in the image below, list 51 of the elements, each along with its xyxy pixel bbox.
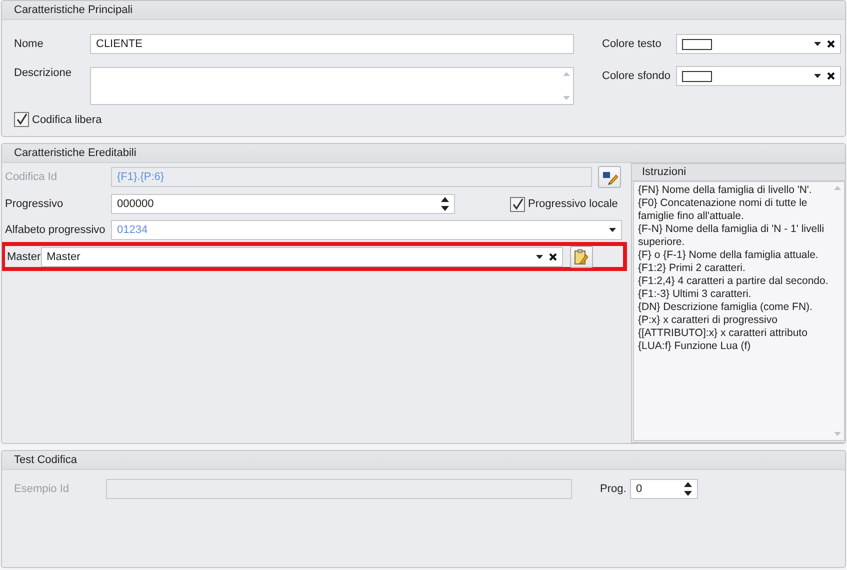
clear-icon[interactable] (827, 40, 835, 48)
checkbox[interactable] (510, 196, 525, 212)
field-label: Colore testo (602, 38, 662, 50)
edit-button[interactable] (598, 166, 621, 188)
instruction-line: {P:x} x caratteri di progressivo (638, 314, 778, 327)
dropdown-arrow-icon[interactable] (536, 254, 543, 258)
field-label: Nome (14, 38, 44, 50)
edit-button[interactable] (570, 246, 593, 268)
dropdown-arrow-icon[interactable] (814, 42, 821, 46)
color-picker[interactable] (676, 34, 841, 54)
field-label: Descrizione (14, 67, 72, 79)
field-label: Progressivo (5, 198, 64, 210)
field-label: Esempio Id (14, 483, 70, 495)
spin-arrows-icon[interactable] (684, 482, 692, 496)
checkbox-label: Progressivo locale (528, 198, 618, 210)
clipboard-icon (574, 248, 588, 264)
checkbox[interactable] (14, 112, 29, 127)
color-picker[interactable] (676, 66, 841, 86)
checkbox-label: Codifica libera (32, 114, 102, 126)
field-label: Prog. (600, 483, 628, 495)
group-header: Caratteristiche Ereditabili (2, 144, 845, 163)
field-label: Master (6, 250, 41, 262)
instruction-line: {F-N} Nome della famiglia di 'N - 1' livelli superiore. (638, 223, 826, 249)
field-label: Colore sfondo (602, 70, 672, 82)
combo-box[interactable]: Master (40, 246, 563, 266)
instruction-line: {[ATTRIBUTO]:x} x caratteri attributo (638, 327, 808, 340)
clear-icon[interactable] (827, 72, 835, 80)
group-header: Test Codifica (2, 451, 845, 470)
text-field[interactable]: CLIENTE (90, 34, 574, 54)
instruction-line: {F1:-3} Ultimi 3 caratteri. (638, 288, 752, 301)
dropdown-arrow-icon[interactable] (814, 74, 821, 78)
pencil-icon (602, 170, 618, 184)
instruction-line: {F} o {F-1} Nome della famiglia attuale. (638, 249, 820, 262)
group-header: Caratteristiche Principali (2, 1, 845, 20)
instruction-line: {FN} Nome della famiglia di livello 'N'. (638, 184, 813, 197)
instruction-line: {F1:2,4} 4 caratteri a partire dal secondo. (638, 275, 830, 288)
spin-field[interactable]: 0 (630, 479, 698, 499)
text-field[interactable] (106, 479, 572, 499)
spin-field[interactable]: 000000 (111, 194, 455, 214)
clear-icon[interactable] (548, 252, 557, 260)
panel-header: Istruzioni (632, 164, 845, 181)
instruction-line: {F1:2} Primi 2 caratteri. (638, 262, 746, 275)
field-label: Alfabeto progressivo (5, 224, 106, 236)
instruction-line: {F0} Concatenazione nomi di tutte le famiglie fino all'attuale. (638, 197, 808, 223)
field-label: Codifica Id (5, 171, 58, 183)
dropdown-arrow-icon[interactable] (609, 228, 616, 232)
spin-arrows-icon[interactable] (441, 197, 449, 211)
instruction-line: {LUA:f} Funzione Lua (f) (638, 340, 752, 353)
instruction-line: {DN} Descrizione famiglia (come FN). (638, 301, 814, 314)
color-swatch (682, 38, 712, 50)
color-swatch (682, 70, 712, 82)
